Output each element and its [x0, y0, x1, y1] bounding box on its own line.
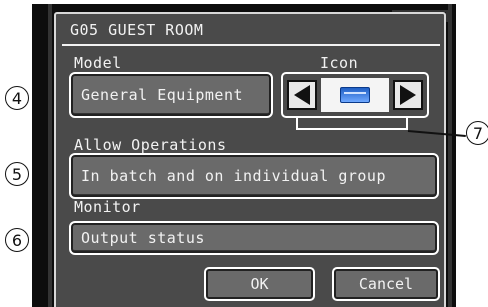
ok-button[interactable]: OK [204, 267, 315, 301]
title-divider [62, 44, 440, 46]
model-select-button[interactable]: General Equipment [69, 72, 273, 118]
icon-selector [281, 72, 429, 118]
monitor-value: Output status [81, 229, 205, 247]
room-title: G05 GUEST ROOM [70, 21, 204, 39]
allow-operations-value: In batch and on individual group [81, 167, 386, 185]
model-label: Model [74, 54, 122, 72]
icon-prev-button[interactable] [287, 80, 317, 110]
monitor-label: Monitor [74, 198, 141, 216]
icon-next-button[interactable] [393, 80, 423, 110]
frame-lip-right [448, 4, 452, 307]
left-arrow-icon [294, 85, 310, 105]
callout-7: 7 [466, 121, 488, 145]
frame-lip-left [48, 4, 52, 307]
equipment-icon [340, 87, 370, 103]
allow-operations-button[interactable]: In batch and on individual group [69, 153, 439, 199]
icon-preview [321, 78, 389, 112]
callout-5: 5 [5, 162, 29, 186]
allow-operations-label: Allow Operations [74, 136, 227, 154]
callout-6: 6 [5, 228, 29, 252]
settings-panel: G05 GUEST ROOM Model Icon General Equipm… [54, 12, 446, 307]
model-value: General Equipment [81, 86, 244, 104]
monitor-button[interactable]: Output status [69, 221, 439, 255]
cancel-button[interactable]: Cancel [332, 267, 440, 301]
right-arrow-icon [400, 85, 416, 105]
callout-4: 4 [5, 86, 29, 110]
callout-7-bracket [296, 116, 408, 130]
icon-label: Icon [320, 54, 359, 72]
